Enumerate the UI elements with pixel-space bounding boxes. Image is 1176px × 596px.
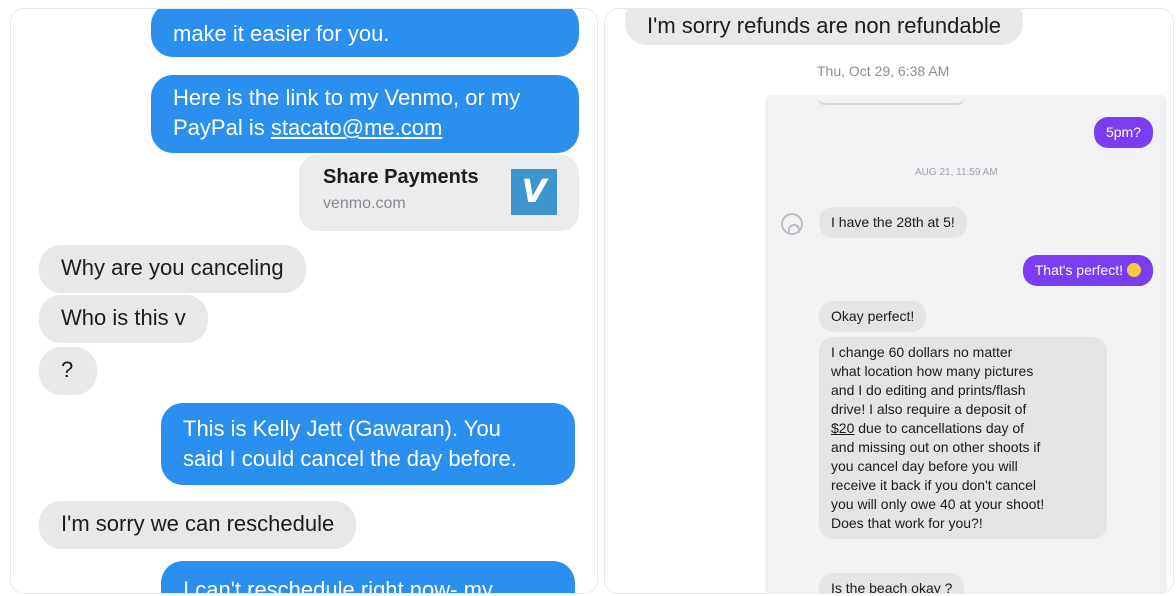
sent-message-payment-link: Here is the link to my Venmo, or my PayP…: [151, 75, 579, 153]
embedded-screenshot[interactable]: 5pm? AUG 21, 11:59 AM I have the 28th at…: [765, 95, 1167, 594]
message-line: receive it back if you don't cancel: [831, 477, 1037, 493]
message-line: drive! I also require a deposit of: [831, 401, 1027, 417]
message-line: Here is the link to my Venmo, or my: [173, 85, 521, 110]
message-text: Why are you canceling: [61, 255, 284, 280]
received-okay-perfect: Okay perfect!: [819, 301, 927, 332]
inner-timestamp: AUG 21, 11:59 AM: [915, 167, 998, 178]
message-line: I change 60 dollars no matter: [831, 344, 1013, 360]
sent-5pm: 5pm?: [1093, 117, 1153, 148]
cut-bubble-edge: [817, 95, 965, 105]
sent-thats-perfect: That's perfect!: [1022, 255, 1153, 286]
message-line: you cancel day before you will: [831, 458, 1018, 474]
conversation-timestamp: Thu, Oct 29, 6:38 AM: [817, 63, 950, 79]
received-message-refunds-cut: I'm sorry refunds are non refundable: [625, 9, 1023, 45]
message-text: Who is this v: [61, 305, 186, 330]
link-domain: venmo.com: [323, 195, 406, 212]
message-text: I'm sorry refunds are non refundable: [647, 13, 1001, 38]
link-title: Share Payments: [323, 166, 479, 188]
message-line: you will only owe 40 at your shoot!: [831, 496, 1045, 512]
message-text: make it easier for you.: [173, 21, 390, 46]
contact-avatar-icon: [781, 213, 803, 235]
received-message-who: Who is this v: [39, 295, 208, 343]
left-conversation-panel: make it easier for you. Here is the link…: [10, 8, 598, 594]
message-text: ?: [61, 357, 74, 382]
email-link[interactable]: stacato@me.com: [271, 115, 443, 140]
message-line: PayPal is stacato@me.com: [173, 113, 557, 143]
message-line: and missing out on other shoots if: [831, 439, 1041, 455]
message-text: Okay perfect!: [831, 308, 915, 324]
venmo-link-preview[interactable]: Share Payments venmo.com V: [299, 155, 579, 231]
message-text: I'm sorry we can reschedule: [61, 511, 335, 536]
smile-emoji-icon: [1127, 263, 1141, 277]
right-conversation-panel: I'm sorry refunds are non refundable Thu…: [604, 8, 1174, 594]
deposit-amount: $20: [831, 420, 855, 436]
received-message-canceling: Why are you canceling: [39, 245, 306, 293]
message-line: $20 due to cancellations day of: [831, 420, 1025, 436]
received-28th: I have the 28th at 5!: [819, 207, 967, 238]
message-text: PayPal is: [173, 115, 271, 140]
message-text: I have the 28th at 5!: [831, 214, 955, 230]
message-line: and I do editing and prints/flash: [831, 382, 1026, 398]
received-message-reschedule: I'm sorry we can reschedule: [39, 501, 357, 549]
message-text: Is the beach okay ?: [831, 580, 953, 594]
venmo-logo-icon: V: [511, 169, 557, 215]
received-pricing-details: I change 60 dollars no matter what locat…: [819, 337, 1107, 539]
message-line: Does that work for you?!: [831, 515, 983, 531]
received-beach: Is the beach okay ?: [819, 573, 965, 594]
received-message-question: ?: [39, 347, 97, 395]
message-line: what location how many pictures: [831, 363, 1034, 379]
sent-message-identity: This is Kelly Jett (Gawaran). You said I…: [161, 403, 575, 485]
message-line: This is Kelly Jett (Gawaran). You: [183, 416, 501, 441]
message-text: 5pm?: [1105, 124, 1141, 140]
message-text: That's perfect!: [1034, 262, 1123, 278]
message-line: said I could cancel the day before.: [183, 446, 517, 471]
sent-message-cut: make it easier for you.: [151, 9, 579, 57]
sent-message-cut-bottom: I can't reschedule right now- my: [161, 561, 575, 594]
message-text: I can't reschedule right now- my: [183, 577, 493, 594]
